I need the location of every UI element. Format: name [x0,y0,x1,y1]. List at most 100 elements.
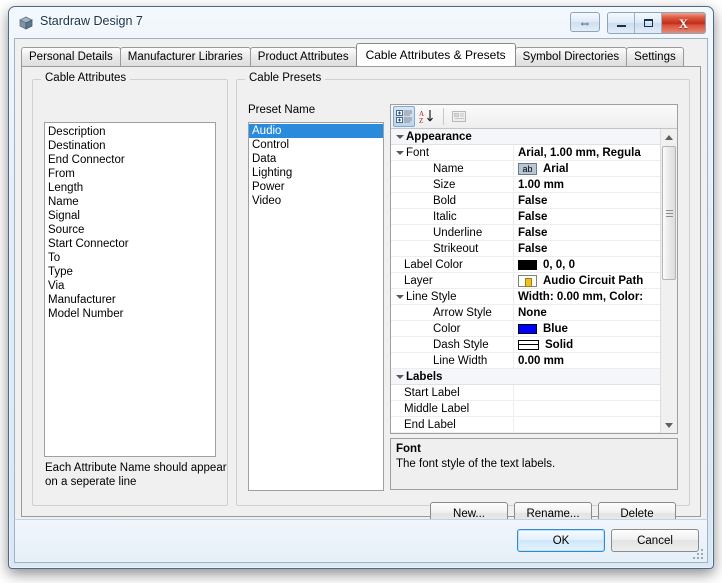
property-value-cell[interactable]: Blue [514,321,660,336]
list-item[interactable]: Name [45,195,215,209]
property-name-cell: Arrow Style [391,305,514,320]
property-value-cell[interactable]: False [514,193,660,208]
tab-symbol-directories[interactable]: Symbol Directories [514,47,628,66]
property-value-cell[interactable]: Width: 0.00 mm, Color: [514,289,660,304]
list-item-power[interactable]: Power [249,180,383,194]
list-item[interactable]: From [45,167,215,181]
table-row[interactable]: Appearance [391,129,660,145]
list-item[interactable]: Model Number [45,307,215,321]
table-row[interactable]: Name ab Arial [391,161,660,177]
window-resize-grip-icon[interactable] [691,547,703,559]
chevron-down-icon[interactable] [393,150,406,155]
list-item[interactable]: Signal [45,209,215,223]
list-item-data[interactable]: Data [249,152,383,166]
cable-attributes-listbox[interactable]: Description Destination End Connector Fr… [44,122,216,457]
table-row[interactable]: Label Color 0, 0, 0 [391,257,660,273]
property-grid[interactable]: A Z Appearance Font Arial, 1.00 mm, Regu… [390,104,678,434]
list-item[interactable]: Length [45,181,215,195]
property-value-cell[interactable]: False [514,241,660,256]
list-item[interactable]: Source [45,223,215,237]
group-cable-attributes-title: Cable Attributes [41,72,131,84]
property-value-cell [514,129,660,144]
property-name-cell: Underline [391,225,514,240]
list-item[interactable]: Via [45,279,215,293]
property-value-cell[interactable]: Arial, 1.00 mm, Regula [514,145,660,160]
maximize-button[interactable] [635,13,662,33]
property-value-cell[interactable]: False [514,225,660,240]
table-row[interactable]: Dash Style Solid [391,337,660,353]
table-row[interactable]: Line Width 0.00 mm [391,353,660,369]
table-row[interactable]: End Label [391,417,660,433]
table-row[interactable]: Start Label [391,385,660,401]
property-value-cell[interactable] [514,417,660,432]
group-cable-attributes: Cable Attributes Description Destination… [32,72,228,506]
property-name: Line Style [406,290,457,303]
resize-toggle-button[interactable]: ⇔ [570,12,600,32]
property-grid-toolbar: A Z [391,105,677,129]
property-value-cell[interactable]: 0, 0, 0 [514,257,660,272]
property-value-cell[interactable] [514,401,660,416]
property-grid-scrollbar[interactable] [660,129,677,433]
list-item-control[interactable]: Control [249,138,383,152]
tab-manufacturer-libraries[interactable]: Manufacturer Libraries [119,47,251,66]
property-name-cell: Layer [391,273,514,288]
list-item[interactable]: End Connector [45,153,215,167]
list-item-video[interactable]: Video [249,194,383,208]
list-item[interactable]: Start Connector [45,237,215,251]
cancel-button[interactable]: Cancel [611,529,699,552]
property-value-cell[interactable]: 1.00 mm [514,177,660,192]
list-item[interactable]: Type [45,265,215,279]
minimize-icon [616,24,626,27]
tab-personal-details[interactable]: Personal Details [21,47,121,66]
list-item-lighting[interactable]: Lighting [249,166,383,180]
scroll-down-arrow-icon[interactable] [661,417,677,433]
list-item-audio[interactable]: Audio [249,124,383,138]
table-row[interactable]: Font Arial, 1.00 mm, Regula [391,145,660,161]
preset-name-listbox[interactable]: Audio Control Data Lighting Power Video [248,122,384,491]
chevron-down-icon[interactable] [393,374,406,379]
table-row[interactable]: Size 1.00 mm [391,177,660,193]
minimize-button[interactable] [608,13,635,33]
list-item[interactable]: Description [45,125,215,139]
table-row[interactable]: Line Style Width: 0.00 mm, Color: [391,289,660,305]
alphabetical-sort-icon[interactable]: A Z [416,106,438,127]
property-value-cell[interactable]: ab Arial [514,161,660,176]
property-value-cell[interactable]: None [514,305,660,320]
table-row[interactable]: Italic False [391,209,660,225]
property-pages-icon[interactable] [448,106,470,127]
property-name-cell: End Label [391,417,514,432]
property-value-cell[interactable]: Audio Circuit Path [514,273,660,288]
table-row[interactable]: Strikeout False [391,241,660,257]
table-row[interactable]: Middle Label [391,401,660,417]
tab-cable-attributes-presets[interactable]: Cable Attributes & Presets [355,43,516,66]
chevron-down-icon[interactable] [393,294,406,299]
table-row[interactable]: Underline False [391,225,660,241]
table-row[interactable]: Labels [391,369,660,385]
description-title: Font [396,443,421,455]
toolbar-separator [443,108,444,125]
property-name: Font [406,146,430,159]
categorized-view-icon[interactable] [393,106,415,127]
chevron-down-icon[interactable] [393,134,406,139]
tab-settings[interactable]: Settings [626,47,684,66]
list-item[interactable]: To [45,251,215,265]
property-value-cell[interactable]: Solid [514,337,660,352]
title-bar: Stardraw Design 7 ⇔ X [10,8,712,37]
property-name-cell: Start Label [391,385,514,400]
property-value-cell[interactable]: False [514,209,660,224]
scrollbar-thumb[interactable] [662,146,676,280]
table-row[interactable]: Layer Audio Circuit Path [391,273,660,289]
property-name-cell: Middle Label [391,401,514,416]
property-value-cell[interactable] [514,385,660,400]
list-item[interactable]: Destination [45,139,215,153]
scroll-up-arrow-icon[interactable] [661,129,677,145]
tab-product-attributes[interactable]: Product Attributes [249,47,357,66]
ok-button[interactable]: OK [517,529,605,552]
description-text: The font style of the text labels. [396,458,556,470]
table-row[interactable]: Color Blue [391,321,660,337]
list-item[interactable]: Manufacturer [45,293,215,307]
table-row[interactable]: Bold False [391,193,660,209]
property-value-cell[interactable]: 0.00 mm [514,353,660,368]
close-button[interactable]: X [662,13,705,33]
table-row[interactable]: Arrow Style None [391,305,660,321]
